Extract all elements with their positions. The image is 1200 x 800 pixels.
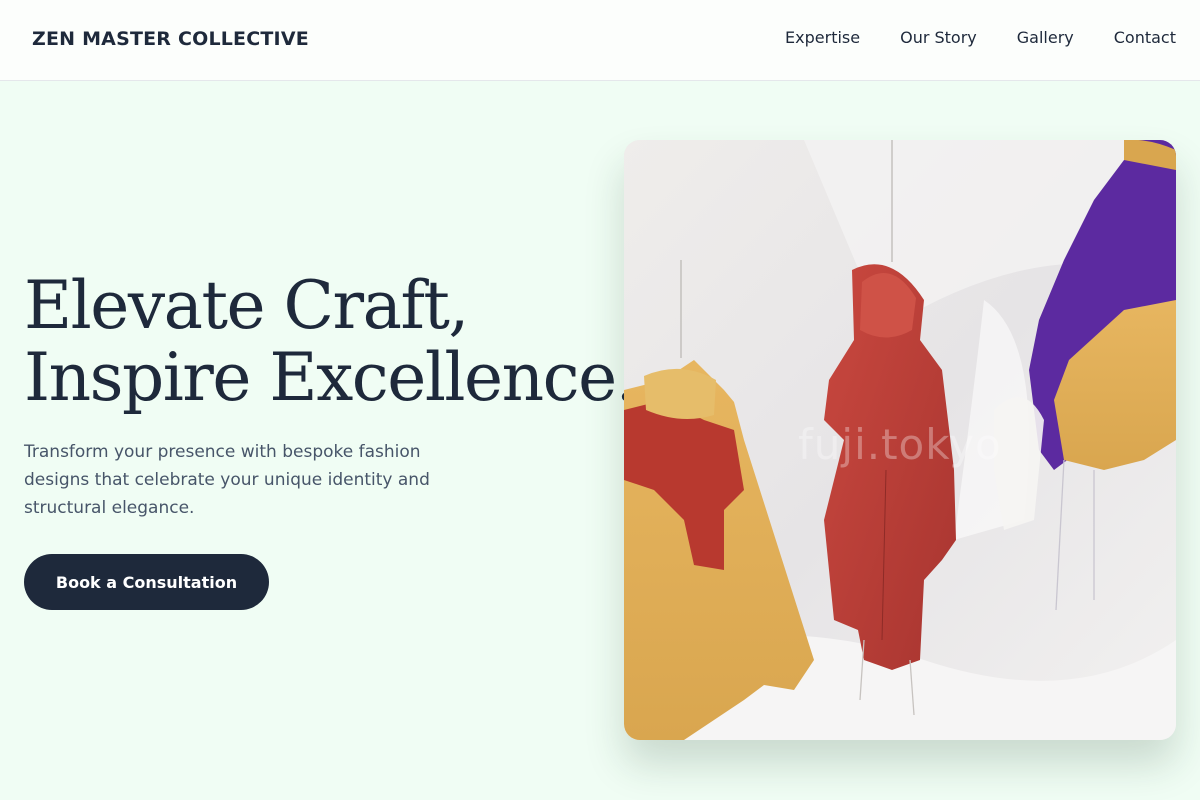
hero-image: fuji.tokyo [624,140,1176,740]
hero-title-line-2: Inspire Excellence. [24,339,637,416]
book-consultation-button[interactable]: Book a Consultation [24,554,269,610]
brand-logo[interactable]: ZEN MASTER COLLECTIVE [32,28,309,50]
hero-title-line-1: Elevate Craft, [24,267,469,344]
nav-link-expertise[interactable]: Expertise [785,28,860,47]
hero-title: Elevate Craft, Inspire Excellence. [24,267,637,416]
nav-link-our-story[interactable]: Our Story [900,28,977,47]
site-header: ZEN MASTER COLLECTIVE Expertise Our Stor… [0,0,1200,81]
main-nav: Expertise Our Story Gallery Contact [785,28,1176,47]
image-watermark: fuji.tokyo [798,420,1002,469]
nav-link-gallery[interactable]: Gallery [1017,28,1074,47]
hero-subtitle: Transform your presence with bespoke fas… [24,442,430,518]
nav-link-contact[interactable]: Contact [1114,28,1176,47]
